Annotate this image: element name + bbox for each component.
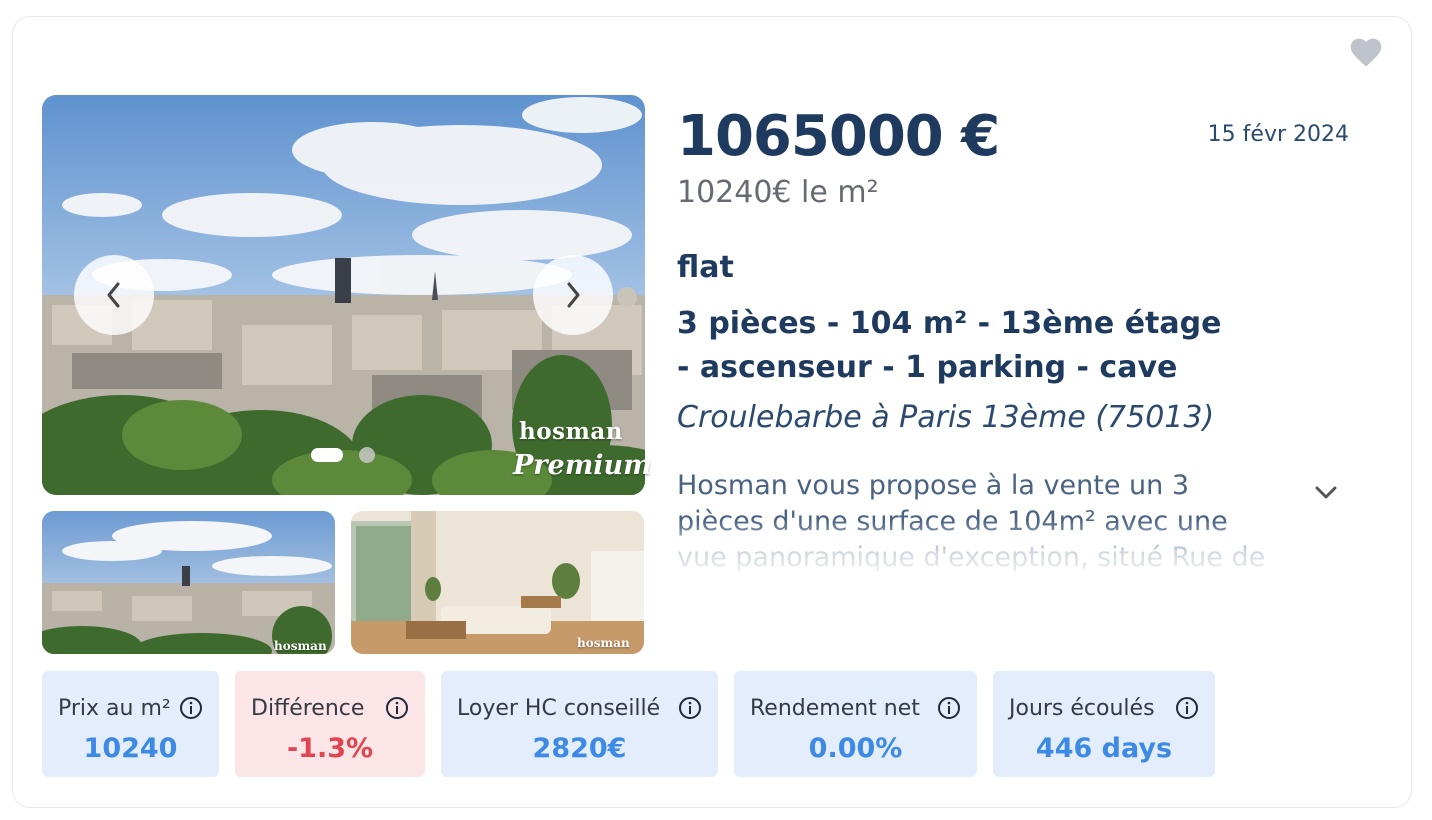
- stat-label: Prix au m²: [58, 695, 171, 721]
- stat-value: 2820€: [532, 733, 627, 764]
- thumbnail-photo[interactable]: hosman: [351, 511, 644, 654]
- chevron-down-icon[interactable]: [1312, 478, 1340, 506]
- stat-value: 10240: [83, 733, 178, 764]
- description: Hosman vous propose à la vente un 3 pièc…: [677, 468, 1277, 590]
- stat-difference: Différence -1.3%: [235, 671, 425, 777]
- stat-net-yield: Rendement net 0.00%: [734, 671, 977, 777]
- info-icon[interactable]: [678, 696, 702, 720]
- info-icon[interactable]: [179, 696, 203, 720]
- stat-label: Jours écoulés: [1009, 695, 1155, 721]
- watermark-premium: Premium: [513, 450, 652, 481]
- watermark-brand: hosman: [519, 418, 623, 445]
- stat-label: Loyer HC conseillé: [457, 695, 661, 721]
- carousel-dots: [311, 447, 375, 463]
- property-type: flat: [677, 250, 734, 285]
- heart-icon[interactable]: [1348, 36, 1384, 68]
- thumbnail-photo[interactable]: hosman: [42, 511, 335, 654]
- chevron-right-icon: [567, 282, 580, 308]
- listing-date: 15 févr 2024: [1207, 122, 1349, 147]
- info-icon[interactable]: [937, 696, 961, 720]
- next-photo-button[interactable]: [533, 255, 613, 335]
- price-per-m2: 10240€ le m²: [677, 175, 879, 210]
- chevron-left-icon: [107, 282, 120, 308]
- thumbnail-watermark: hosman: [274, 639, 327, 653]
- stat-label: Différence: [251, 695, 365, 721]
- thumbnail-watermark: hosman: [577, 636, 630, 650]
- stat-suggested-rent: Loyer HC conseillé 2820€: [441, 671, 718, 777]
- info-icon[interactable]: [1175, 696, 1199, 720]
- stat-price-per-m2: Prix au m² 10240: [42, 671, 219, 777]
- previous-photo-button[interactable]: [74, 255, 154, 335]
- carousel-dot[interactable]: [359, 447, 375, 463]
- carousel-dot-active[interactable]: [311, 448, 343, 462]
- stat-days-elapsed: Jours écoulés 446 days: [993, 671, 1215, 777]
- listing-price: 1065000 €: [677, 104, 1000, 169]
- property-location: Croulebarbe à Paris 13ème (75013): [677, 400, 1215, 435]
- stat-value: 446 days: [1035, 733, 1173, 764]
- info-icon[interactable]: [385, 696, 409, 720]
- stat-value: 0.00%: [808, 733, 903, 764]
- property-specs: 3 pièces - 104 m² - 13ème étage - ascens…: [677, 306, 1222, 385]
- stat-label: Rendement net: [750, 695, 920, 721]
- description-fade: [677, 520, 1277, 590]
- stat-value: -1.3%: [286, 733, 374, 764]
